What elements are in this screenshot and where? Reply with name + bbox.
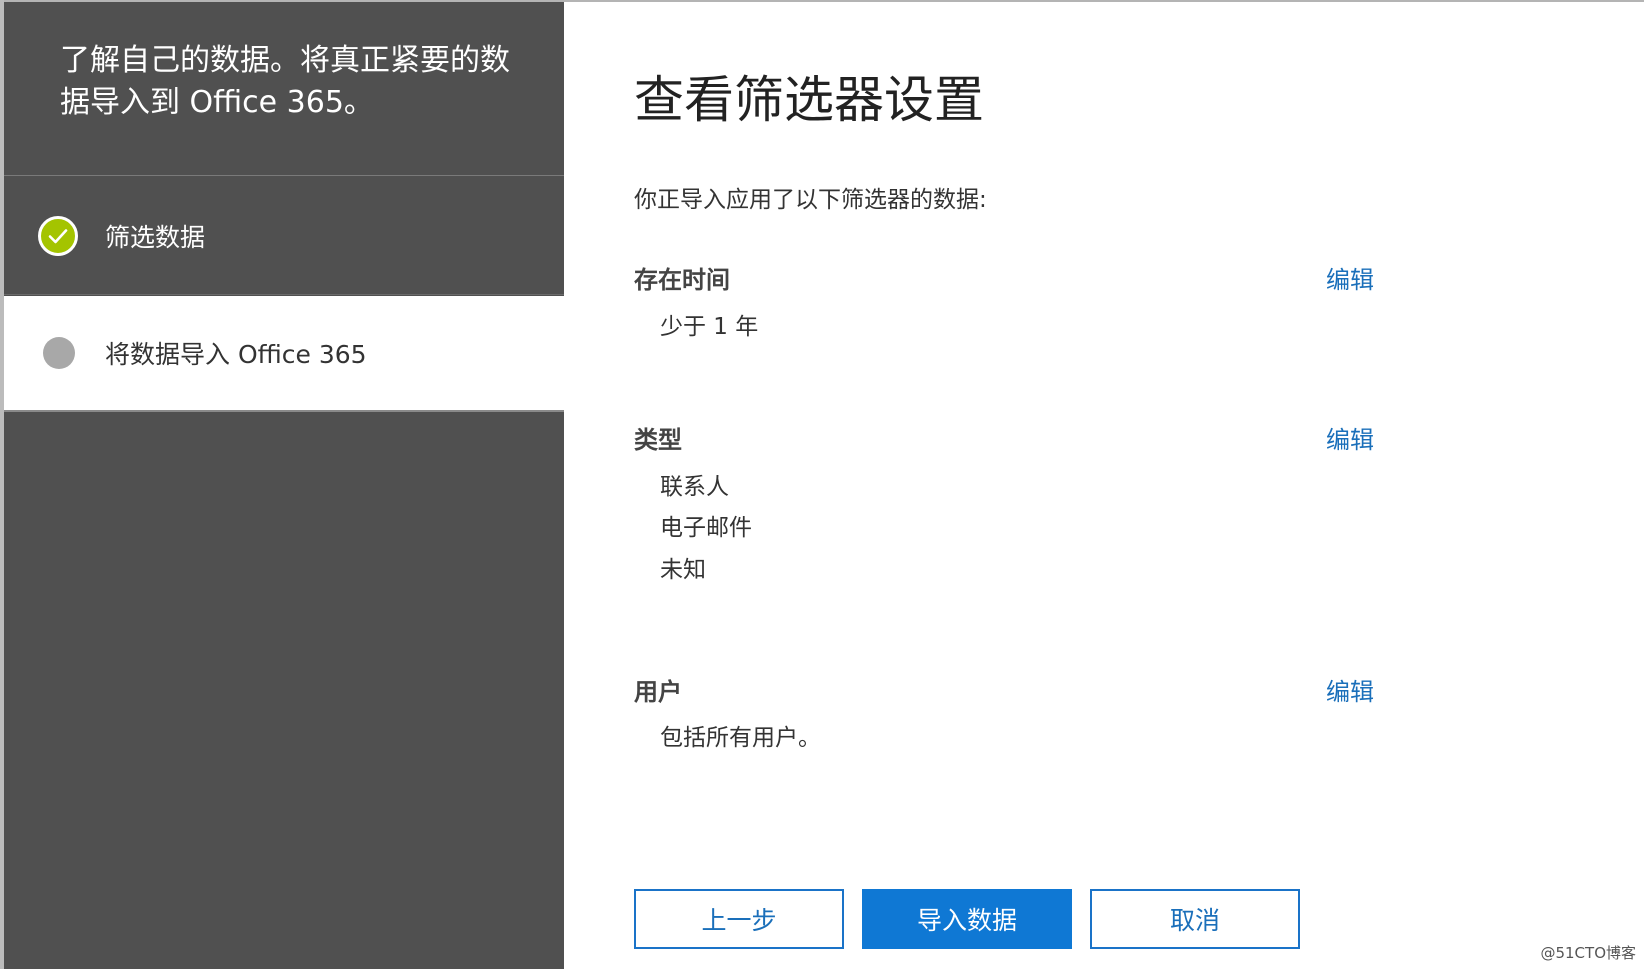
edit-type-link[interactable]: 编辑 (1326, 420, 1374, 455)
wizard-step-label: 筛选数据 (105, 222, 206, 252)
edit-age-link[interactable]: 编辑 (1326, 260, 1374, 295)
section-title-users: 用户 (634, 678, 682, 706)
wizard-step-filter-data[interactable]: 筛选数据 (4, 177, 564, 295)
sidebar-header-text: 了解自己的数据。将真正紧要的数据导入到 Office 365。 (60, 43, 510, 120)
filter-value: 少于 1 年 (660, 314, 759, 340)
filter-value: 包括所有用户。 (660, 725, 821, 751)
checkmark-glyph (48, 228, 68, 243)
filter-value: 联系人 (660, 474, 729, 500)
wizard-step-label: 将数据导入 Office 365 (105, 340, 367, 369)
intro-text: 你正导入应用了以下筛选器的数据: (634, 187, 987, 213)
main-content: 查看筛选器设置 你正导入应用了以下筛选器的数据: 存在时间 编辑 少于 1 年 … (564, 2, 1644, 969)
wizard-sidebar: 了解自己的数据。将真正紧要的数据导入到 Office 365。 筛选数据 将数据… (4, 2, 564, 969)
page-title: 查看筛选器设置 (634, 71, 984, 129)
section-title-type: 类型 (634, 426, 682, 454)
circle-icon (43, 337, 75, 369)
back-button[interactable]: 上一步 (634, 889, 844, 949)
section-title-age: 存在时间 (634, 266, 730, 294)
filter-value: 电子邮件 (660, 515, 752, 541)
check-circle-icon (38, 215, 78, 256)
filter-value: 未知 (660, 557, 706, 583)
edit-users-link[interactable]: 编辑 (1326, 672, 1374, 707)
cancel-button[interactable]: 取消 (1090, 889, 1300, 949)
sidebar-header: 了解自己的数据。将真正紧要的数据导入到 Office 365。 (4, 2, 564, 176)
wizard-step-import-data[interactable]: 将数据导入 Office 365 (4, 296, 564, 412)
watermark: @51CTO博客 (1540, 944, 1636, 962)
import-data-button[interactable]: 导入数据 (862, 889, 1072, 949)
